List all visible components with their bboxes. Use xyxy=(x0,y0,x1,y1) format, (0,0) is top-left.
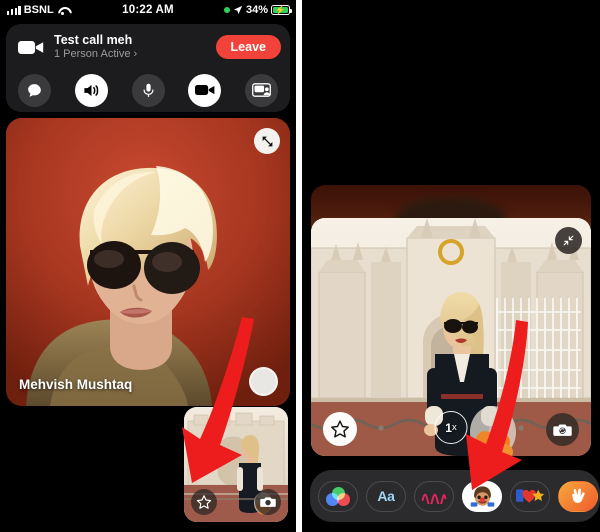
call-title: Test call meh xyxy=(54,33,133,47)
green-status-dot xyxy=(223,7,230,13)
call-subtitle-row[interactable]: 1 Person Active › xyxy=(54,47,216,61)
memoji-effect-button[interactable] xyxy=(462,480,502,512)
expand-arrows-icon xyxy=(262,136,272,146)
battery-percent-label: 34% xyxy=(245,4,268,16)
location-arrow-icon xyxy=(233,5,243,15)
flip-camera-icon xyxy=(553,423,572,436)
microphone-icon xyxy=(142,83,154,97)
hand-gesture-icon xyxy=(572,488,585,503)
collapse-video-button[interactable] xyxy=(555,227,582,254)
shapes-effect-button[interactable] xyxy=(414,480,454,512)
collapse-arrows-icon xyxy=(563,235,574,246)
video-camera-icon xyxy=(194,85,215,95)
stickers-effect-button[interactable] xyxy=(510,480,550,512)
sticker-pack-icon xyxy=(516,489,544,503)
leave-button[interactable]: Leave xyxy=(215,35,281,59)
share-screen-icon xyxy=(252,83,271,97)
call-header-card: Test call meh 1 Person Active › Leave xyxy=(6,24,290,112)
status-bar: BSNL 10:22 AM 34% ⚡ xyxy=(0,0,296,20)
text-effect-button[interactable]: Aa xyxy=(366,480,406,512)
flip-camera-icon xyxy=(260,497,276,507)
screenshot-root: BSNL 10:22 AM 34% ⚡ Test call meh 1 Pers… xyxy=(0,0,600,532)
call-subtitle: 1 Person Active xyxy=(54,48,131,60)
speaker-button[interactable] xyxy=(74,73,108,107)
status-bar-right: 34% ⚡ xyxy=(223,4,293,16)
squiggle-icon xyxy=(421,493,447,504)
battery-charging-icon: ⚡ xyxy=(271,5,293,15)
speaker-wave-icon xyxy=(84,84,99,96)
pip-flip-camera-button[interactable] xyxy=(255,489,281,515)
effects-bar: Aa xyxy=(310,470,600,522)
text-aa-icon: Aa xyxy=(377,488,395,504)
left-phone-panel: BSNL 10:22 AM 34% ⚡ Test call meh 1 Pers… xyxy=(0,0,296,532)
selfie-flip-camera-button[interactable] xyxy=(546,413,579,446)
gestures-effect-button[interactable] xyxy=(558,480,598,512)
participant-name-label: Mehvish Mushtaq xyxy=(19,377,133,392)
chat-button[interactable] xyxy=(18,73,51,107)
selfie-effects-button[interactable] xyxy=(323,412,357,446)
call-header-row: Test call meh 1 Person Active › Leave xyxy=(6,24,290,70)
call-meta: Test call meh 1 Person Active › xyxy=(44,33,216,61)
remote-participant-image xyxy=(6,118,290,406)
zoom-level-suffix: x xyxy=(451,422,457,433)
remote-video-feed[interactable]: Mehvish Mushtaq xyxy=(6,118,290,406)
share-screen-button[interactable] xyxy=(245,73,278,107)
filters-effect-button[interactable] xyxy=(318,480,358,512)
zoom-level-button[interactable]: 1x xyxy=(434,411,468,444)
right-phone-panel: 1x Aa xyxy=(302,0,600,532)
microphone-button[interactable] xyxy=(131,73,165,107)
chat-bubble-icon xyxy=(28,83,41,97)
expand-video-button[interactable] xyxy=(254,128,280,154)
star-effects-icon xyxy=(331,420,349,438)
star-effects-icon xyxy=(196,495,212,509)
pip-effects-button[interactable] xyxy=(191,489,217,515)
round-capture-button[interactable] xyxy=(249,367,278,396)
video-button[interactable] xyxy=(188,73,222,107)
rgb-circles-icon xyxy=(326,486,350,506)
expanded-self-view[interactable]: 1x xyxy=(311,218,591,456)
memoji-icon xyxy=(470,485,494,507)
chevron-right-icon: › xyxy=(133,48,138,60)
picture-in-picture-self-view[interactable] xyxy=(184,407,288,522)
call-controls-row xyxy=(6,70,290,110)
video-camera-icon xyxy=(18,40,44,54)
